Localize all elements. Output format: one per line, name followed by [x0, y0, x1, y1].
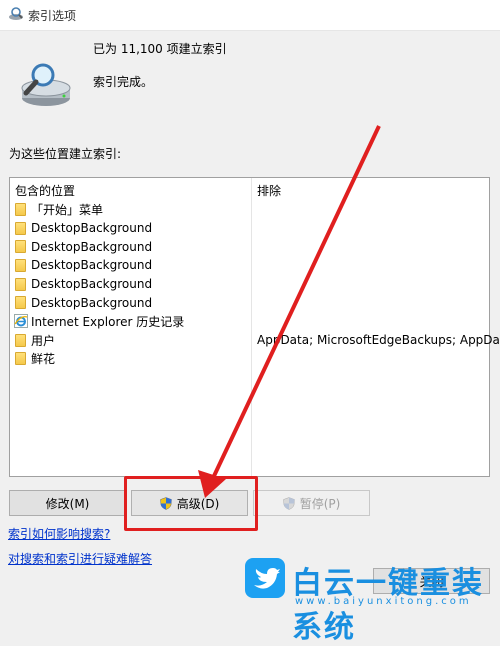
- list-item[interactable]: DesktopBackground: [15, 275, 184, 294]
- column-header-excluded[interactable]: 排除: [257, 182, 281, 199]
- uac-shield-icon: [159, 496, 172, 510]
- list-item[interactable]: 「开始」菜单: [15, 200, 184, 219]
- pause-button[interactable]: 暂停(P): [253, 490, 370, 516]
- folder-icon: [15, 202, 26, 216]
- watermark: 白云一键重装系统 www.baiyunxitong.com: [245, 556, 495, 645]
- indexing-magnifier-icon: [21, 63, 71, 106]
- column-header-included[interactable]: 包含的位置: [15, 182, 75, 199]
- modify-button-label: 修改(M): [45, 496, 90, 511]
- folder-icon: [15, 296, 26, 310]
- indexed-count-text: 已为 11,100 项建立索引: [93, 42, 227, 56]
- list-item[interactable]: DesktopBackground: [15, 293, 184, 312]
- location-name: DesktopBackground: [31, 295, 153, 310]
- how-index-affects-search-link[interactable]: 索引如何影响搜索?: [8, 525, 110, 542]
- indexing-status-text: 索引完成。: [93, 75, 154, 89]
- location-excluded: AppData; MicrosoftEdgeBackups; AppData: [257, 333, 500, 348]
- folder-icon: [15, 333, 26, 347]
- advanced-button-label: 高级(D): [176, 496, 220, 511]
- list-item[interactable]: DesktopBackground: [15, 256, 184, 275]
- column-separator: [251, 178, 252, 476]
- folder-icon: [15, 221, 26, 235]
- locations-section-label: 为这些位置建立索引:: [9, 147, 122, 161]
- watermark-url: www.baiyunxitong.com: [295, 596, 472, 607]
- location-rows: 「开始」菜单 DesktopBackground DesktopBackgrou…: [14, 200, 500, 369]
- location-name: DesktopBackground: [31, 258, 153, 273]
- location-name: Internet Explorer 历史记录: [31, 314, 185, 329]
- indexed-locations-list[interactable]: 包含的位置 排除 「开始」菜单 DesktopBackground Deskto…: [9, 177, 500, 477]
- list-item[interactable]: DesktopBackground: [15, 237, 184, 256]
- uac-shield-icon: [282, 496, 295, 510]
- pause-button-label: 暂停(P): [299, 496, 341, 511]
- window-title: 索引选项: [28, 9, 77, 23]
- location-name: 「开始」菜单: [31, 202, 104, 217]
- location-name: 鲜花: [31, 352, 56, 367]
- folder-icon: [15, 240, 26, 254]
- indexing-options-icon: [9, 7, 23, 20]
- list-item[interactable]: DesktopBackground: [15, 219, 184, 238]
- folder-icon: [15, 352, 26, 366]
- folder-icon: [15, 277, 26, 291]
- list-item[interactable]: 鲜花: [15, 350, 184, 369]
- folder-icon: [15, 258, 26, 272]
- advanced-button[interactable]: 高级(D): [131, 490, 248, 516]
- location-name: DesktopBackground: [31, 221, 153, 236]
- title-bar: 索引选项: [0, 0, 500, 31]
- location-name: DesktopBackground: [31, 239, 153, 254]
- internet-explorer-icon: [14, 314, 28, 329]
- watermark-bird-logo: [245, 558, 285, 598]
- location-name: DesktopBackground: [31, 277, 153, 292]
- list-item[interactable]: Internet Explorer 历史记录: [14, 312, 185, 331]
- list-item[interactable]: 用户 AppData; MicrosoftEdgeBackups; AppDat…: [15, 331, 500, 350]
- troubleshoot-link[interactable]: 对搜索和索引进行疑难解答: [8, 550, 152, 567]
- location-name: 用户: [31, 333, 56, 348]
- modify-button[interactable]: 修改(M): [9, 490, 126, 516]
